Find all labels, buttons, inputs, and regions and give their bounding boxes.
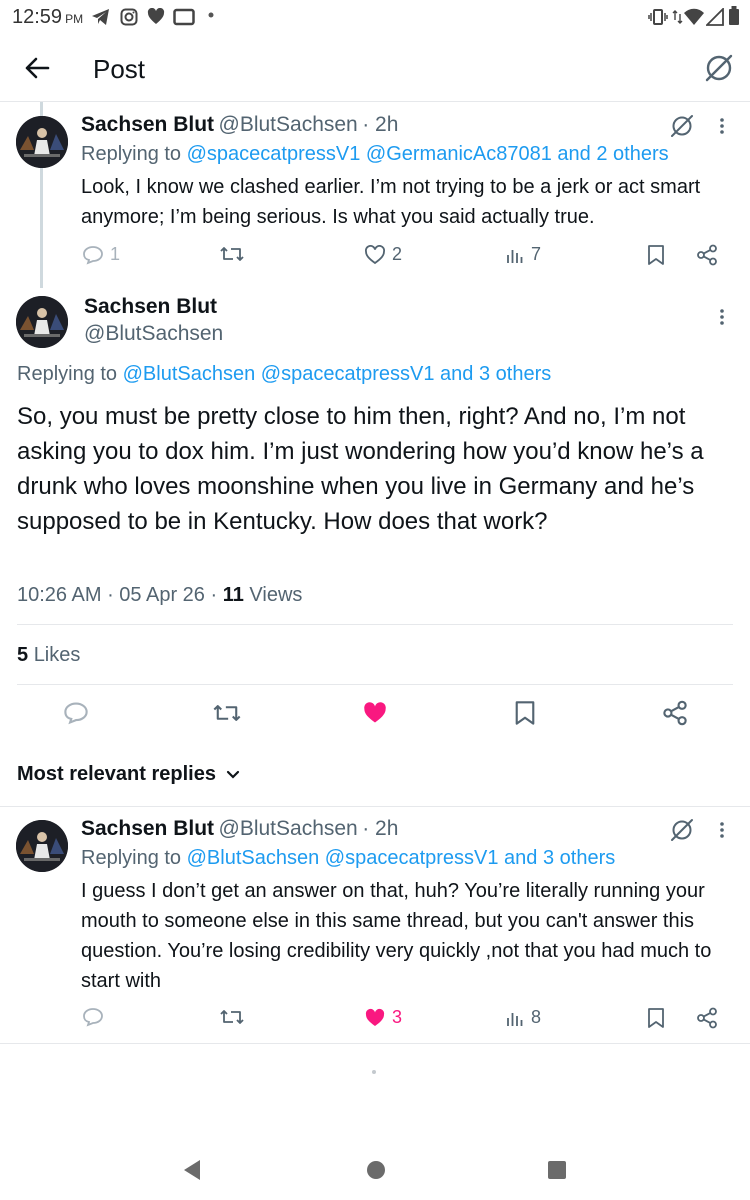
replying-to-links[interactable]: @spacecatpressV1 @GermanicAc87081 and 2 …	[187, 143, 669, 165]
back-arrow-icon[interactable]	[24, 56, 50, 80]
bookmark-icon[interactable]	[647, 244, 665, 266]
reply-icon	[82, 1007, 110, 1027]
display-name[interactable]: Sachsen Blut	[84, 295, 217, 319]
replying-to: Replying to @BlutSachsen @spacecatpressV…	[81, 847, 616, 869]
dot-icon	[208, 12, 214, 18]
vibrate-icon	[648, 8, 668, 26]
more-icon[interactable]	[718, 307, 726, 327]
retweet-icon	[219, 1007, 251, 1027]
status-bar: 12:59 PM	[0, 0, 750, 34]
retweet-icon[interactable]	[212, 701, 242, 725]
like-count: 2	[392, 244, 403, 264]
cast-icon	[173, 8, 195, 26]
status-time: 12:59 PM	[12, 6, 84, 28]
nav-home-icon[interactable]	[366, 1160, 386, 1180]
replying-to: Replying to @spacecatpressV1 @GermanicAc…	[81, 143, 669, 165]
chevron-down-icon	[226, 770, 240, 780]
user-handle[interactable]: @BlutSachsen	[219, 113, 358, 136]
share-icon[interactable]	[696, 1007, 718, 1029]
nav-recents-icon[interactable]	[547, 1160, 567, 1180]
tweet-header: Sachsen Blut @BlutSachsen · 2h	[81, 113, 398, 137]
instagram-icon	[120, 8, 138, 26]
signal-icon	[706, 8, 724, 26]
like-icon	[364, 244, 392, 265]
display-name[interactable]: Sachsen Blut	[81, 817, 214, 840]
views-button[interactable]: 8	[505, 1007, 541, 1028]
like-icon[interactable]	[362, 701, 388, 725]
share-icon[interactable]	[696, 244, 718, 266]
post-age: · 2h	[362, 817, 399, 840]
retweet-icon	[219, 244, 251, 264]
reply-icon[interactable]	[63, 701, 89, 725]
avatar[interactable]	[16, 116, 68, 168]
divider	[0, 1043, 750, 1044]
user-handle[interactable]: @BlutSachsen	[219, 817, 358, 840]
page-title: Post	[93, 54, 146, 84]
sort-label: Most relevant replies	[17, 763, 216, 785]
grok-icon[interactable]	[670, 114, 694, 138]
sort-replies-dropdown[interactable]: Most relevant replies	[17, 763, 240, 786]
tweet-text: Look, I know we clashed earlier. I’m not…	[81, 176, 701, 228]
post-age: · 2h	[362, 113, 399, 136]
views-button[interactable]: 7	[505, 244, 541, 265]
display-name[interactable]: Sachsen Blut	[81, 113, 214, 136]
tweet-header: Sachsen Blut @BlutSachsen · 2h	[81, 817, 398, 841]
post-date: 05 Apr 26	[119, 584, 205, 606]
user-handle[interactable]: @BlutSachsen	[84, 322, 223, 346]
replying-to-links[interactable]: @BlutSachsen @spacecatpressV1 and 3 othe…	[123, 363, 552, 385]
main-tweet-text: So, you must be pretty close to him then…	[17, 403, 704, 535]
nav-back-icon[interactable]	[182, 1159, 202, 1181]
avatar[interactable]	[16, 820, 68, 872]
reply-button[interactable]	[82, 1007, 110, 1027]
divider	[17, 684, 733, 685]
views-count: 7	[531, 244, 542, 264]
more-icon[interactable]	[718, 820, 726, 840]
post-time: 10:26 AM	[17, 584, 102, 606]
grok-icon[interactable]	[670, 818, 694, 842]
reply-icon	[82, 245, 110, 265]
reply-count: 1	[110, 244, 121, 264]
more-icon[interactable]	[718, 116, 726, 136]
bookmark-icon[interactable]	[514, 700, 536, 726]
views-count: 8	[531, 1007, 542, 1027]
share-icon[interactable]	[662, 700, 688, 726]
heart-icon	[147, 8, 165, 25]
like-button[interactable]: 3	[364, 1007, 402, 1028]
header-bar: Post	[0, 36, 750, 102]
telegram-icon	[91, 8, 111, 26]
loading-dot-icon	[372, 1070, 376, 1074]
divider	[17, 624, 733, 625]
likes-summary[interactable]: 5 Likes	[17, 644, 80, 667]
grok-icon[interactable]	[704, 53, 734, 83]
tweet-text: I guess I don’t get an answer on that, h…	[81, 880, 712, 992]
avatar[interactable]	[16, 296, 68, 348]
like-icon	[364, 1008, 392, 1028]
retweet-button[interactable]	[219, 244, 251, 264]
replying-to-links[interactable]: @BlutSachsen @spacecatpressV1 and 3 othe…	[187, 847, 616, 869]
battery-icon	[728, 6, 740, 26]
like-button[interactable]: 2	[364, 244, 402, 265]
views-icon	[505, 1008, 531, 1028]
views-count: 11	[222, 584, 244, 606]
divider	[0, 806, 750, 807]
replying-to: Replying to @BlutSachsen @spacecatpressV…	[17, 363, 552, 385]
like-count: 3	[392, 1007, 403, 1027]
wifi-icon	[672, 8, 706, 26]
bookmark-icon[interactable]	[647, 1007, 665, 1029]
reply-button[interactable]: 1	[82, 244, 120, 265]
views-icon	[505, 245, 531, 265]
post-metadata: 10:26 AM · 05 Apr 26 · 11 Views	[17, 584, 303, 606]
retweet-button[interactable]	[219, 1007, 251, 1027]
